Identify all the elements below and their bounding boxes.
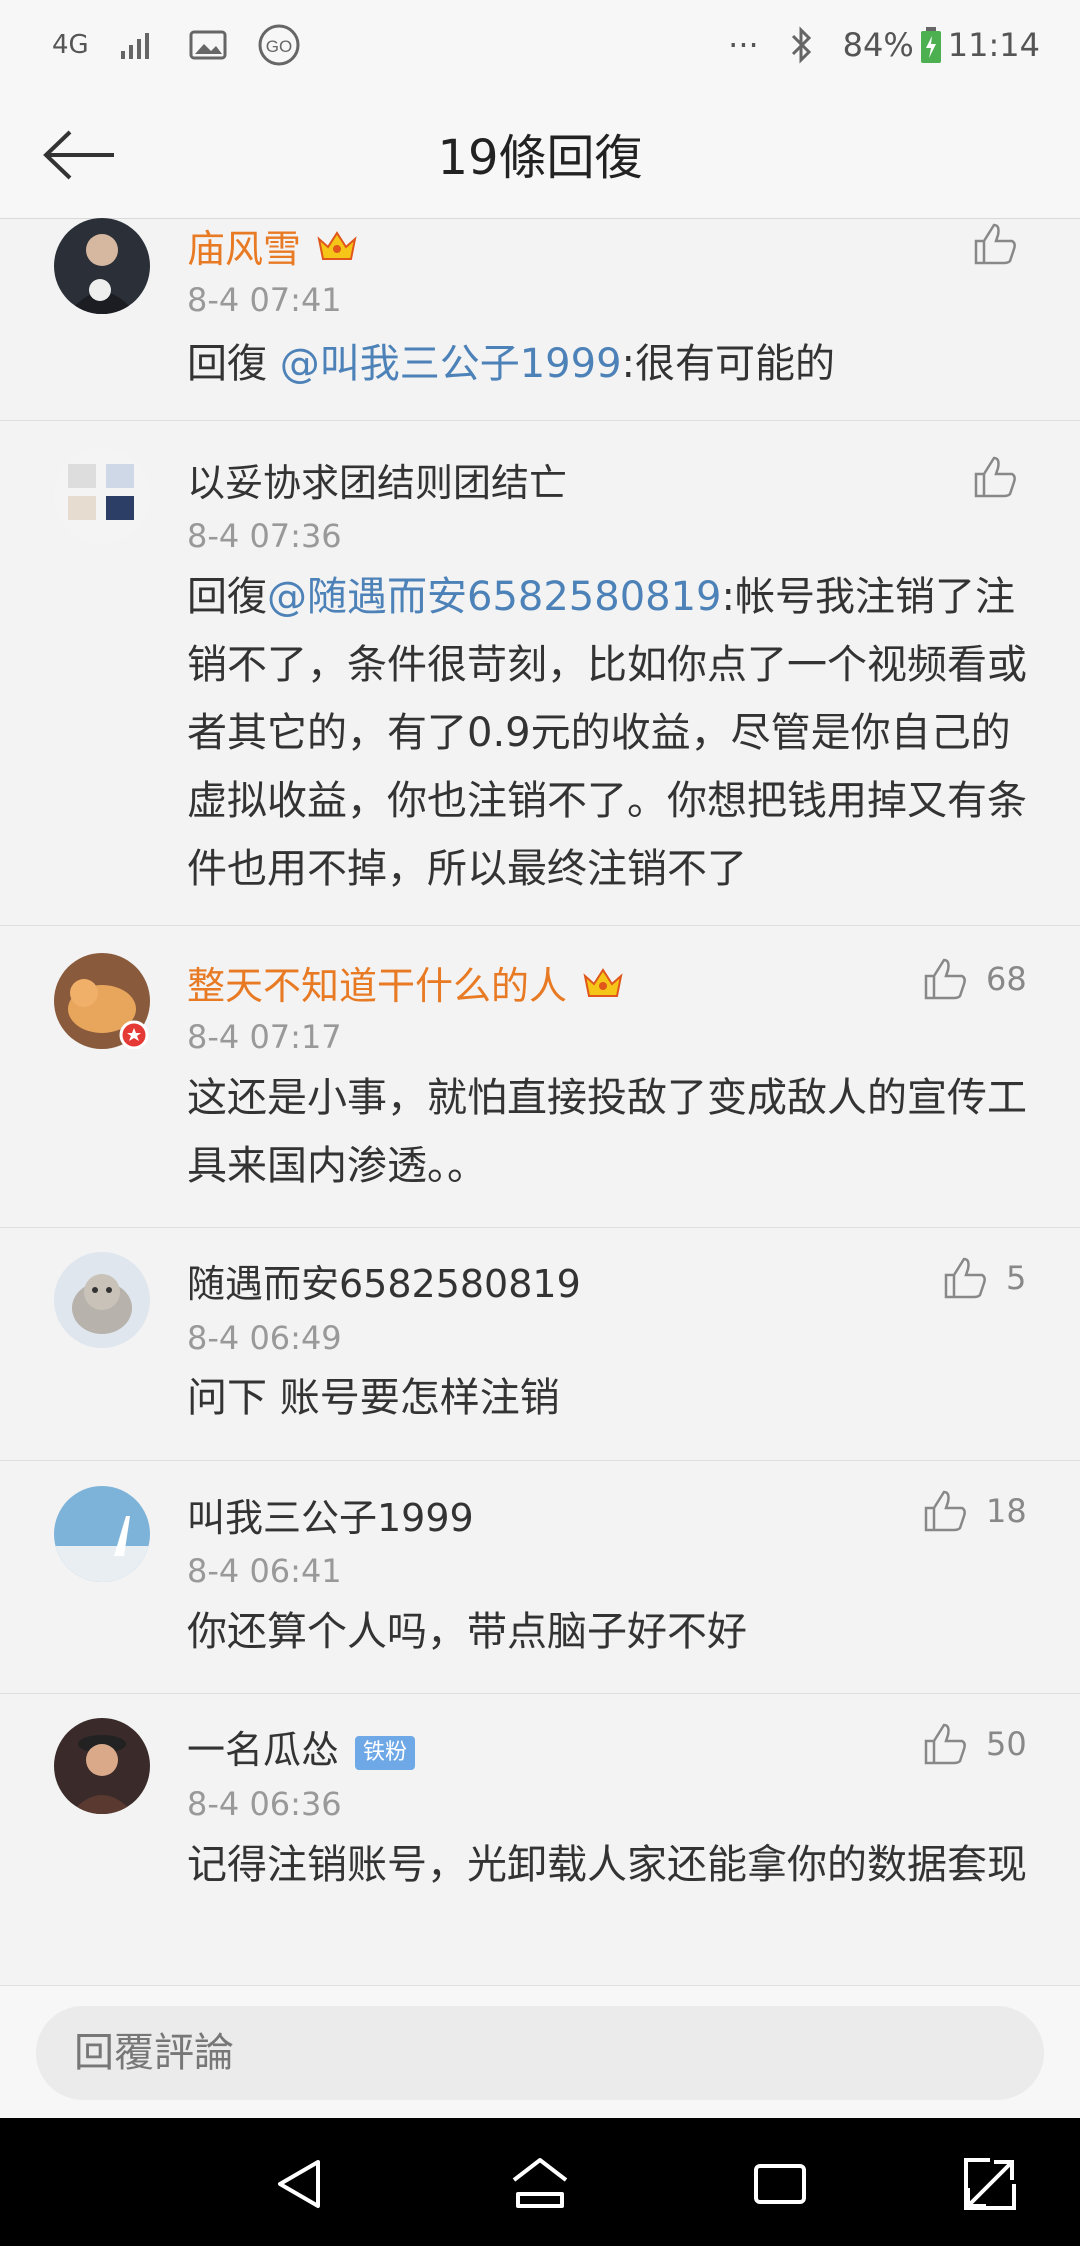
like-button[interactable] [972,221,1018,267]
network-type: 4G [52,30,89,60]
home-icon [512,2158,568,2208]
svg-text:GO: GO [265,37,291,56]
like-count: 5 [1006,1259,1027,1297]
more-dots: ··· [728,26,759,64]
status-bar: 4G GO ··· 84% 11:14 [0,0,1080,90]
like-count: 68 [986,960,1027,998]
list-item: 庙风雪 8-4 07:41 回復 @叫我三公子1999:很有可能的 [0,218,1080,421]
thumbs-up-icon [974,223,1016,265]
comment-time: 8-4 06:36 [187,1785,342,1823]
thumbs-up-icon [924,1723,966,1765]
comment-author[interactable]: 叫我三公子1999 [187,1487,474,1542]
like-button[interactable] [972,454,1018,500]
comment-list[interactable]: 庙风雪 8-4 07:41 回復 @叫我三公子1999:很有可能的 以妥协求团结… [0,218,1080,1984]
list-item: 随遇而安6582580819 8-4 06:49 问下 账号要怎样注销 5 [0,1228,1080,1461]
comment-author[interactable]: 一名瓜怂 铁粉 [187,1719,416,1774]
image-icon [189,29,227,61]
like-button[interactable]: 5 [942,1255,1026,1301]
crown-icon [581,964,625,1013]
page-title: 19條回復 [437,130,643,186]
system-nav-bar [0,2118,1080,2246]
go-icon: GO [257,23,301,67]
avatar[interactable] [54,218,150,314]
list-item: 以妥协求团结则团结亡 8-4 07:36 回復@随遇而安6582580819:帐… [0,421,1080,926]
comment-time: 8-4 07:36 [187,517,342,555]
avatar[interactable] [54,1718,150,1814]
like-count: 50 [986,1725,1027,1763]
comment-time: 8-4 06:41 [187,1552,342,1590]
list-item: 一名瓜怂 铁粉 8-4 06:36 记得注销账号，光卸载人家还能拿你的数据套现 5… [0,1694,1080,1984]
comment-author[interactable]: 庙风雪 [187,218,359,276]
comment-time: 8-4 06:49 [187,1319,342,1357]
thumbs-up-icon [924,1490,966,1532]
reply-input[interactable]: 回覆評論 [36,2006,1044,2100]
comment-text: 问下 账号要怎样注销 [187,1375,560,1421]
avatar[interactable] [54,1486,150,1582]
comment-text: 这还是小事，就怕直接投敌了变成敌人的宣传工具来国内渗透。。 [187,1075,1027,1189]
like-button[interactable]: 50 [922,1721,1027,1767]
avatar[interactable] [54,953,150,1050]
thumbs-up-icon [944,1257,986,1299]
like-count: 18 [986,1492,1027,1530]
list-item: 叫我三公子1999 8-4 06:41 你还算个人吗，带点脑子好不好 18 [0,1461,1080,1694]
thumbs-up-icon [924,958,966,1000]
comment-text: 记得注销账号，光卸载人家还能拿你的数据套现 [187,1842,1027,1888]
battery-percent: 84% [842,26,914,64]
comment-author[interactable]: 以妥协求团结则团结亡 [187,452,567,507]
nav-home-button[interactable] [510,2154,570,2214]
list-item: 整天不知道干什么的人 8-4 07:17 这还是小事，就怕直接投敌了变成敌人的宣… [0,926,1080,1228]
triangle-back-icon [278,2160,320,2208]
comment-author[interactable]: 随遇而安6582580819 [187,1253,581,1308]
mention-link[interactable]: @随遇而安6582580819 [267,574,722,620]
comment-text: 回復@随遇而安6582580819:帐号我注销了注销不了，条件很苛刻，比如你点了… [187,574,1027,892]
nav-expand-button[interactable] [960,2154,1020,2214]
fan-badge: 铁粉 [355,1735,416,1770]
header: 19條回復 [0,90,1080,219]
like-button[interactable]: 68 [922,956,1027,1002]
bluetooth-icon [789,26,813,64]
clock: 11:14 [947,26,1040,64]
comment-text: 回復 @叫我三公子1999:很有可能的 [187,341,835,387]
crown-icon [315,227,359,276]
like-button[interactable]: 18 [922,1488,1027,1534]
recents-icon [754,2164,806,2204]
nav-recents-button[interactable] [750,2154,810,2214]
comment-text: 你还算个人吗，带点脑子好不好 [187,1609,747,1655]
nav-back-button[interactable] [270,2154,330,2214]
avatar[interactable] [54,448,150,544]
mention-link[interactable]: @叫我三公子1999 [280,341,622,387]
comment-time: 8-4 07:41 [187,281,342,319]
comment-author[interactable]: 整天不知道干什么的人 [187,955,625,1013]
thumbs-up-icon [974,456,1016,498]
signal-icon [119,29,159,61]
comment-time: 8-4 07:17 [187,1018,342,1056]
avatar[interactable] [54,1252,150,1348]
reply-bar: 回覆評論 [0,1985,1080,2119]
battery-icon [920,26,942,64]
expand-icon [964,2158,1016,2210]
